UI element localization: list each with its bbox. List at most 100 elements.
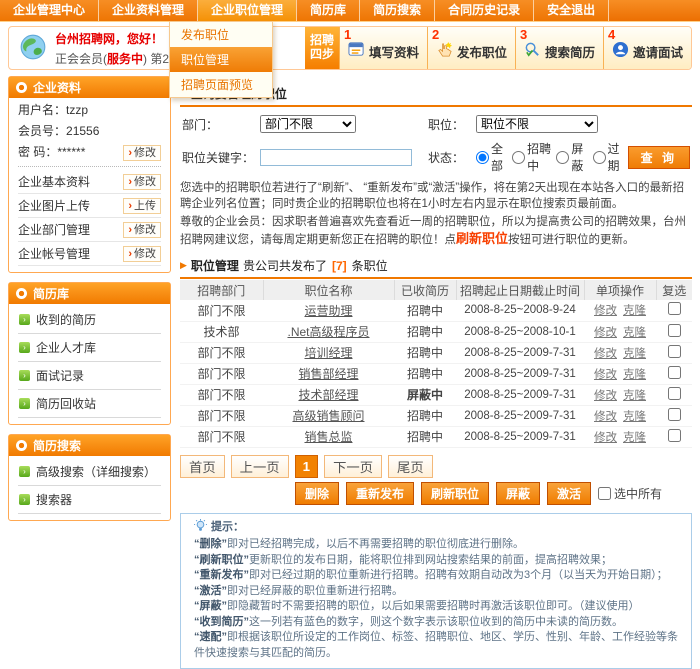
menu-item-position-management[interactable]: 职位管理 [170, 47, 272, 72]
position-link[interactable]: .Net高级程序员 [287, 325, 369, 339]
row-checkbox[interactable] [668, 387, 681, 400]
edit-link[interactable]: 修改 [594, 390, 617, 402]
step-publish-position[interactable]: 2 发布职位 [427, 27, 515, 69]
edit-link[interactable]: 修改 [594, 369, 617, 381]
first-page-button[interactable]: 首页 [180, 455, 225, 478]
clone-link[interactable]: 克隆 [623, 411, 646, 423]
nav-tab-logout[interactable]: 安全退出 [534, 0, 609, 21]
row-checkbox[interactable] [668, 429, 681, 442]
step-fill-info[interactable]: 1 填写资料 [339, 27, 427, 69]
block-button[interactable]: 屏蔽 [496, 482, 540, 505]
position-link[interactable]: 销售部经理 [298, 367, 358, 381]
status-radio-expired[interactable] [593, 151, 606, 164]
delete-button[interactable]: 删除 [295, 482, 339, 505]
header-checkbox: 复选 [656, 280, 692, 300]
keyword-input[interactable] [260, 149, 412, 166]
row-checkbox[interactable] [668, 408, 681, 421]
member-number-row: 会员号：21556 [18, 121, 161, 142]
menu-item-publish-position[interactable]: 发布职位 [170, 22, 272, 47]
step-search-resume[interactable]: 3 搜索简历 [515, 27, 603, 69]
status-radio-recruiting-label: 招聘中 [527, 140, 551, 174]
status-cell: 招聘中 [394, 363, 456, 384]
republish-button[interactable]: 重新发布 [346, 482, 414, 505]
edit-link[interactable]: 修改 [594, 327, 617, 339]
position-link[interactable]: 销售总监 [304, 430, 352, 444]
position-select[interactable]: 职位不限 [476, 115, 598, 133]
status-radio-all[interactable] [476, 151, 489, 164]
password-value: ****** [57, 142, 85, 163]
menu-item-recruit-page-preview[interactable]: 招聘页面预览 [170, 72, 272, 97]
clone-link[interactable]: 克隆 [623, 348, 646, 360]
position-link[interactable]: 培训经理 [304, 346, 352, 360]
hand-icon [436, 41, 453, 61]
row-checkbox[interactable] [668, 366, 681, 379]
account-management-modify-button[interactable]: ›修改 [123, 246, 161, 262]
clone-link[interactable]: 克隆 [623, 369, 646, 381]
green-arrow-icon: › [19, 314, 30, 325]
step-1-number: 1 [344, 27, 351, 42]
arrow-icon: › [128, 199, 132, 213]
dates-cell: 2008-8-25~2009-7-31 [456, 384, 584, 405]
department-management-modify-button[interactable]: ›修改 [123, 222, 161, 238]
position-link[interactable]: 运营助理 [304, 304, 352, 318]
next-page-button[interactable]: 下一页 [324, 455, 382, 478]
row-checkbox[interactable] [668, 345, 681, 358]
clone-link[interactable]: 克隆 [623, 305, 646, 317]
sidebar: 企业资料 用户名：tzzp 会员号：21556 密 码：****** ›修改 企… [8, 76, 171, 669]
activate-button[interactable]: 激活 [547, 482, 591, 505]
company-basic-info-modify-button[interactable]: ›修改 [123, 174, 161, 190]
search-button[interactable]: 查 询 [628, 146, 690, 169]
status-radio-blocked[interactable] [556, 151, 569, 164]
arrow-icon: › [128, 247, 132, 261]
sidebar-item-received-resumes[interactable]: ›收到的简历 [18, 306, 161, 334]
resume-library-header: 简历库 [9, 283, 170, 304]
green-arrow-icon: › [19, 370, 30, 381]
refresh-position-link[interactable]: 刷新职位 [456, 231, 508, 246]
status-radio-recruiting[interactable] [512, 151, 525, 164]
status-cell: 招聘中 [394, 405, 456, 426]
edit-link[interactable]: 修改 [594, 348, 617, 360]
clone-link[interactable]: 克隆 [623, 390, 646, 402]
edit-link[interactable]: 修改 [594, 432, 617, 444]
status-radio-blocked-label: 屏蔽 [571, 140, 587, 174]
nav-tab-position-management[interactable]: 企业职位管理 [198, 0, 297, 21]
step-invite-interview[interactable]: 4 邀请面试 [603, 27, 691, 69]
dates-cell: 2008-8-25~2008-9-24 [456, 300, 584, 321]
green-arrow-icon: › [19, 342, 30, 353]
nav-tab-company-info[interactable]: 企业资料管理 [99, 0, 198, 21]
row-checkbox[interactable] [668, 302, 681, 315]
company-image-upload-button[interactable]: ›上传 [123, 198, 161, 214]
prev-page-button[interactable]: 上一页 [231, 455, 289, 478]
username-row: 用户名：tzzp [18, 100, 161, 121]
edit-link[interactable]: 修改 [594, 305, 617, 317]
header-bar: 台州招聘网，您好！ 正会会员(服务中) 第2365 招聘四步 1 填写资料 2 … [8, 26, 692, 70]
table-header-row: 招聘部门 职位名称 已收简历 招聘起止日期截止时间 单项操作 复选 [180, 280, 692, 300]
tip-received-resumes: “收到简历”这一列若有蓝色的数字，则这个数字表示该职位收到的简历中未读的简历数。 [194, 615, 678, 631]
position-link[interactable]: 技术部经理 [298, 388, 358, 402]
refresh-position-button[interactable]: 刷新职位 [421, 482, 489, 505]
edit-link[interactable]: 修改 [594, 411, 617, 423]
table-row: 部门不限 培训经理 招聘中 2008-8-25~2009-7-31 修改克隆 [180, 342, 692, 363]
position-link[interactable]: 高级销售顾问 [292, 409, 364, 423]
current-page-button[interactable]: 1 [295, 455, 318, 478]
dept-select[interactable]: 部门不限 [260, 115, 356, 133]
tip-block: “屏蔽”即隐藏暂时不需要招聘的职位，以后如果需要招聘时再激活该职位即可。（建议使… [194, 599, 678, 615]
sidebar-item-talent-pool[interactable]: ›企业人才库 [18, 334, 161, 362]
bullseye-icon [16, 288, 27, 299]
row-checkbox[interactable] [668, 324, 681, 337]
nav-tab-resume-library[interactable]: 简历库 [297, 0, 360, 21]
sidebar-item-search-agent[interactable]: ›搜索器 [18, 486, 161, 514]
nav-tab-resume-search[interactable]: 简历搜索 [360, 0, 435, 21]
table-row: 部门不限 高级销售顾问 招聘中 2008-8-25~2009-7-31 修改克隆 [180, 405, 692, 426]
password-modify-button[interactable]: ›修改 [123, 145, 161, 161]
clone-link[interactable]: 克隆 [623, 432, 646, 444]
nav-tab-management-center[interactable]: 企业管理中心 [0, 0, 99, 21]
last-page-button[interactable]: 尾页 [388, 455, 433, 478]
sidebar-item-resume-recycle-bin[interactable]: ›简历回收站 [18, 390, 161, 418]
clone-link[interactable]: 克隆 [623, 327, 646, 339]
select-all-checkbox[interactable] [598, 487, 611, 500]
sidebar-item-advanced-search[interactable]: ›高级搜索（详细搜索） [18, 458, 161, 486]
nav-tab-contract-history[interactable]: 合同历史记录 [435, 0, 534, 21]
sidebar-item-interview-records[interactable]: ›面试记录 [18, 362, 161, 390]
department-management-row: 企业部门管理 ›修改 [18, 218, 161, 242]
